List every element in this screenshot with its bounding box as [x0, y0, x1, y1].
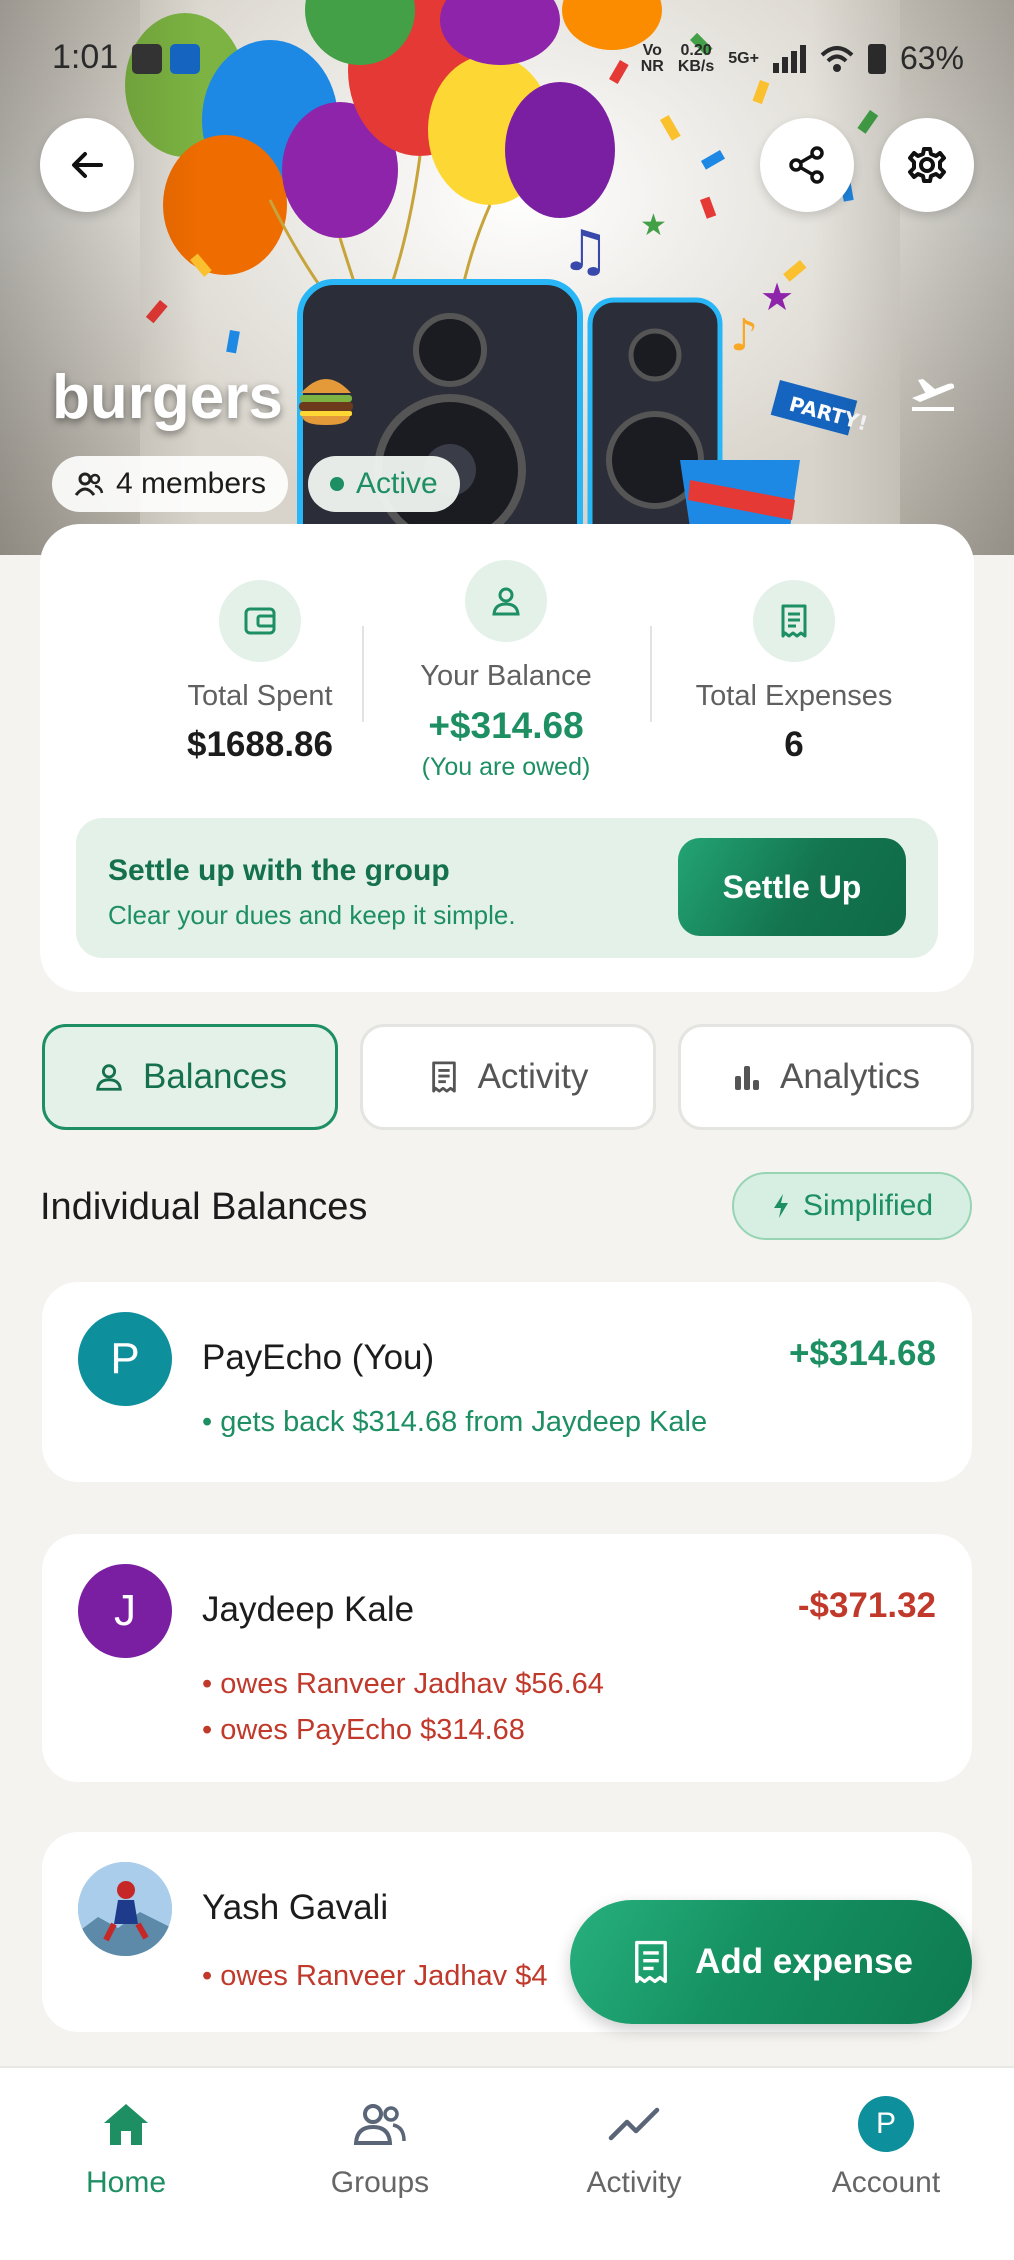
- add-expense-button[interactable]: Add expense: [570, 1900, 972, 2024]
- lightning-icon: [773, 1194, 788, 1218]
- tab-label: Activity: [477, 1057, 589, 1096]
- receipt-icon: [753, 580, 835, 662]
- simplified-toggle[interactable]: Simplified: [732, 1172, 972, 1240]
- status-right: Vo NR 0.20 KB/s 5G+ 63%: [641, 40, 964, 77]
- share-button[interactable]: [760, 118, 854, 212]
- status-time: 1:01: [52, 38, 119, 76]
- group-title: burgers: [52, 362, 357, 433]
- status-badge: Active: [308, 456, 460, 512]
- member-amount: -$371.32: [797, 1586, 936, 1625]
- wifi-icon: [820, 45, 854, 72]
- member-name: Jaydeep Kale: [202, 1590, 415, 1629]
- signal-icon: [772, 44, 806, 73]
- avatar: [78, 1862, 172, 1956]
- nav-activity[interactable]: Activity: [534, 2096, 734, 2200]
- add-expense-label: Add expense: [695, 1942, 913, 1981]
- balance-line: • gets back $314.68 from Jaydeep Kale: [202, 1406, 708, 1438]
- signal-type: 5G+: [728, 49, 759, 67]
- member-card[interactable]: P PayEcho (You) +$314.68 • gets back $31…: [42, 1282, 972, 1482]
- section-title: Individual Balances: [40, 1186, 368, 1228]
- nav-home[interactable]: Home: [26, 2096, 226, 2200]
- battery-level: 63%: [899, 40, 964, 76]
- summary-card: Total Spent $1688.86 Your Balance +$314.…: [40, 524, 974, 992]
- back-button[interactable]: [40, 118, 134, 212]
- person-icon: [465, 560, 547, 642]
- nav-label: Account: [831, 2166, 941, 2199]
- nav-label: Home: [85, 2166, 167, 2199]
- nav-groups[interactable]: Groups: [280, 2096, 480, 2200]
- volume-icon: [170, 44, 200, 74]
- wallet-icon: [219, 580, 301, 662]
- settle-subtitle: Clear your dues and keep it simple.: [108, 900, 516, 930]
- burger-emoji-icon: [298, 378, 353, 425]
- status-label: Active: [356, 467, 438, 500]
- tab-label: Analytics: [779, 1057, 921, 1096]
- simplified-label: Simplified: [802, 1189, 934, 1222]
- gear-icon: [908, 147, 946, 183]
- tab-activity[interactable]: Activity: [360, 1024, 656, 1130]
- nav-label: Groups: [330, 2166, 430, 2199]
- group-name: burgers: [52, 363, 283, 432]
- settle-up-button[interactable]: Settle Up: [678, 838, 906, 936]
- bottom-navigation: Home Groups Activity P Account: [0, 2066, 1014, 2260]
- status-notification-icons: [132, 44, 200, 74]
- your-balance-value: +$314.68: [428, 705, 584, 746]
- nav-account[interactable]: P Account: [786, 2096, 986, 2200]
- network-speed: 0.20 KB/s: [677, 41, 715, 75]
- groups-icon: [353, 2104, 406, 2145]
- settle-up-banner: Settle up with the group Clear your dues…: [76, 818, 938, 958]
- profile-photo: [78, 1862, 172, 1956]
- balance-line: • owes Ranveer Jadhav $4: [202, 1960, 548, 1992]
- people-icon: [74, 472, 104, 496]
- trend-icon: [608, 2107, 660, 2141]
- balance-line: • owes Ranveer Jadhav $56.64: [202, 1668, 604, 1700]
- person-icon: [96, 1064, 122, 1091]
- nav-label: Activity: [586, 2166, 682, 2199]
- your-balance-stat: Your Balance +$314.68 (You are owed): [356, 560, 656, 782]
- tab-analytics[interactable]: Analytics: [678, 1024, 974, 1130]
- avatar: P: [858, 2096, 914, 2152]
- receipt-icon: [431, 1061, 456, 1093]
- total-expenses-label: Total Expenses: [695, 680, 893, 712]
- members-chip[interactable]: 4 members: [52, 456, 289, 512]
- member-name: Yash Gavali: [202, 1888, 389, 1927]
- share-icon: [789, 146, 824, 184]
- balance-line: • owes PayEcho $314.68: [202, 1714, 525, 1746]
- members-count: 4 members: [116, 467, 267, 500]
- receipt-icon: [635, 1940, 667, 1984]
- member-card[interactable]: J Jaydeep Kale -$371.32 • owes Ranveer J…: [42, 1534, 972, 1782]
- volte-indicator: Vo NR: [640, 41, 664, 75]
- tab-label: Balances: [143, 1057, 287, 1096]
- total-expenses-stat: Total Expenses 6: [644, 580, 944, 765]
- settle-title: Settle up with the group: [108, 854, 450, 887]
- tab-balances[interactable]: Balances: [42, 1024, 338, 1130]
- arrow-left-icon: [72, 152, 103, 178]
- your-balance-sub: (You are owed): [421, 753, 591, 781]
- settings-button[interactable]: [880, 118, 974, 212]
- active-dot-icon: [330, 477, 344, 491]
- avatar: J: [78, 1564, 172, 1658]
- travel-mode-button[interactable]: [908, 372, 958, 417]
- notification-icon: [132, 44, 162, 74]
- your-balance-label: Your Balance: [420, 660, 592, 692]
- total-expenses-value: 6: [784, 725, 804, 764]
- member-name: PayEcho (You): [202, 1338, 435, 1377]
- status-bar: 1:01 Vo NR 0.20 KB/s 5G+ 63%: [0, 0, 1014, 120]
- member-amount: +$314.68: [789, 1334, 936, 1373]
- home-icon: [104, 2104, 148, 2145]
- avatar: P: [78, 1312, 172, 1406]
- airplane-takeoff-icon: [912, 379, 955, 411]
- bar-chart-icon: [734, 1066, 759, 1090]
- battery-icon: [867, 43, 886, 74]
